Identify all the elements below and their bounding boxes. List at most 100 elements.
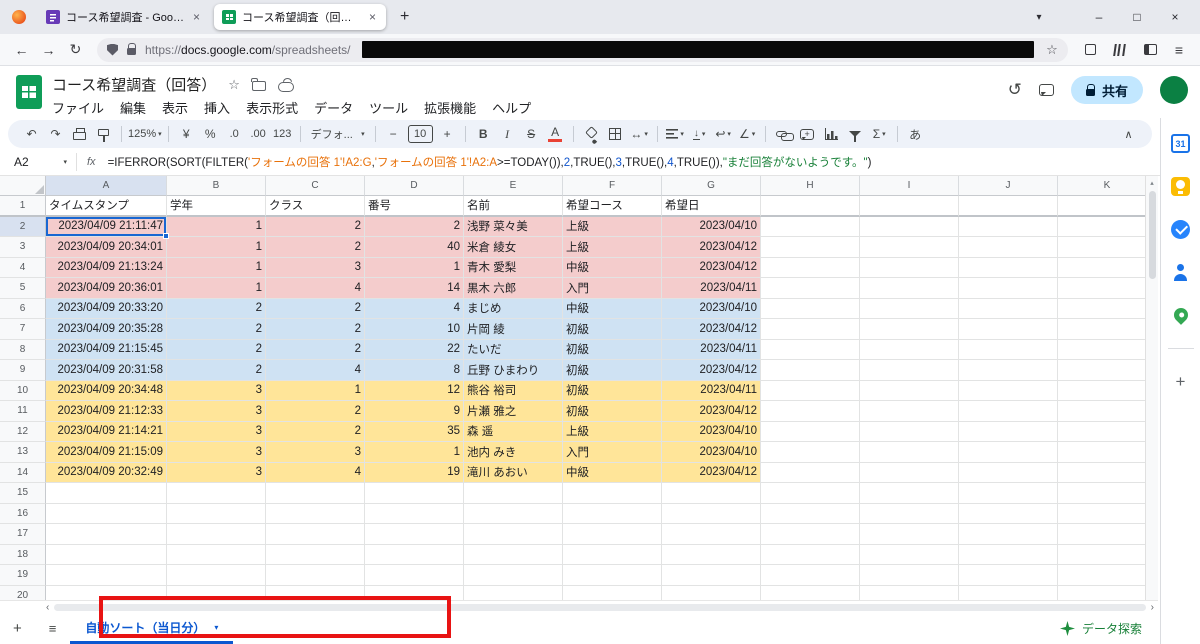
cell-F4[interactable]: 中級 — [563, 257, 662, 278]
cell-C7[interactable]: 2 — [266, 319, 365, 340]
cell-G7[interactable]: 2023/04/12 — [662, 319, 761, 340]
cell-C12[interactable]: 2 — [266, 421, 365, 442]
cell-G17[interactable] — [662, 524, 761, 545]
cell-C18[interactable] — [266, 544, 365, 565]
url-bar[interactable]: https:// docs.google.com /spreadsheets/ … — [97, 37, 1068, 62]
cell-G19[interactable] — [662, 565, 761, 586]
cell-E20[interactable] — [464, 585, 563, 600]
cell-C2[interactable]: 2 — [266, 216, 365, 237]
cell-E12[interactable]: 森 遥 — [464, 421, 563, 442]
cell-E11[interactable]: 片瀬 雅之 — [464, 401, 563, 422]
menu-ツール[interactable]: ツール — [361, 96, 416, 119]
cell-A18[interactable] — [46, 544, 167, 565]
cell-K16[interactable] — [1058, 503, 1157, 524]
cell-F2[interactable]: 上級 — [563, 216, 662, 237]
sheet-tab-active[interactable]: 自動ソート（当日分） ▾ — [70, 613, 234, 644]
cell-G3[interactable]: 2023/04/12 — [662, 237, 761, 258]
undo-icon[interactable]: ↶ — [20, 123, 43, 145]
scroll-right-icon[interactable]: › — [1151, 602, 1154, 613]
cell-K3[interactable] — [1058, 237, 1157, 258]
insert-comment-icon[interactable] — [800, 128, 815, 140]
cell-C19[interactable] — [266, 565, 365, 586]
cell-D15[interactable] — [365, 483, 464, 504]
zoom-select[interactable]: 125% ▾ — [128, 123, 162, 145]
cell-H9[interactable] — [761, 360, 860, 381]
cell-J17[interactable] — [959, 524, 1058, 545]
increase-font-size-button[interactable]: + — [436, 123, 459, 145]
strikethrough-button[interactable]: S — [520, 123, 543, 145]
column-header-J[interactable]: J — [959, 176, 1058, 196]
cell-K19[interactable] — [1058, 565, 1157, 586]
cell-G15[interactable] — [662, 483, 761, 504]
cell-F11[interactable]: 初級 — [563, 401, 662, 422]
decrease-decimal-button[interactable]: .0 — [223, 123, 246, 145]
cell-H3[interactable] — [761, 237, 860, 258]
cell-I10[interactable] — [860, 380, 959, 401]
text-wrap-button[interactable]: ↩ ▾ — [712, 123, 735, 145]
scroll-left-icon[interactable]: ‹ — [46, 602, 49, 613]
scroll-up-icon[interactable]: ▴ — [1150, 179, 1154, 187]
cell-J10[interactable] — [959, 380, 1058, 401]
cell-D16[interactable] — [365, 503, 464, 524]
name-box[interactable]: A2 ▾ — [0, 155, 76, 169]
cell-E14[interactable]: 滝川 あおい — [464, 462, 563, 483]
lock-icon[interactable] — [127, 42, 137, 55]
row-header-14[interactable]: 14 — [0, 462, 46, 483]
column-header-D[interactable]: D — [365, 176, 464, 196]
cell-I3[interactable] — [860, 237, 959, 258]
cell-B12[interactable]: 3 — [167, 421, 266, 442]
explore-button[interactable]: データ探索 — [1059, 620, 1160, 637]
cell-B1[interactable]: 学年 — [167, 196, 266, 217]
tab-close-icon[interactable]: × — [191, 10, 202, 24]
row-header-19[interactable]: 19 — [0, 565, 46, 586]
borders-icon[interactable] — [609, 128, 622, 140]
account-avatar[interactable] — [1160, 76, 1188, 104]
cell-C10[interactable]: 1 — [266, 380, 365, 401]
cell-A7[interactable]: 2023/04/09 20:35:28 — [46, 319, 167, 340]
cell-G1[interactable]: 希望日 — [662, 196, 761, 217]
cell-I12[interactable] — [860, 421, 959, 442]
cell-G2[interactable]: 2023/04/10 — [662, 216, 761, 237]
cell-B15[interactable] — [167, 483, 266, 504]
horizontal-scrollbar[interactable]: ‹ › — [0, 600, 1158, 613]
cell-H19[interactable] — [761, 565, 860, 586]
cell-B8[interactable]: 2 — [167, 339, 266, 360]
cell-K11[interactable] — [1058, 401, 1157, 422]
column-header-I[interactable]: I — [860, 176, 959, 196]
cell-A19[interactable] — [46, 565, 167, 586]
cell-E3[interactable]: 米倉 綾女 — [464, 237, 563, 258]
cell-G4[interactable]: 2023/04/12 — [662, 257, 761, 278]
column-header-E[interactable]: E — [464, 176, 563, 196]
share-button[interactable]: 共有 — [1070, 76, 1143, 104]
cell-B9[interactable]: 2 — [167, 360, 266, 381]
cell-G9[interactable]: 2023/04/12 — [662, 360, 761, 381]
cell-K13[interactable] — [1058, 442, 1157, 463]
column-header-H[interactable]: H — [761, 176, 860, 196]
menu-挿入[interactable]: 挿入 — [196, 96, 238, 119]
cell-C3[interactable]: 2 — [266, 237, 365, 258]
collapse-toolbar-icon[interactable]: ∧ — [1117, 123, 1140, 145]
cell-E8[interactable]: たいだ — [464, 339, 563, 360]
cell-H20[interactable] — [761, 585, 860, 600]
cell-J7[interactable] — [959, 319, 1058, 340]
vertical-scroll-thumb[interactable] — [1148, 191, 1156, 279]
cell-E18[interactable] — [464, 544, 563, 565]
cell-E17[interactable] — [464, 524, 563, 545]
cell-G8[interactable]: 2023/04/11 — [662, 339, 761, 360]
cell-J15[interactable] — [959, 483, 1058, 504]
cell-D4[interactable]: 1 — [365, 257, 464, 278]
star-document-icon[interactable]: ☆ — [228, 78, 240, 91]
italic-button[interactable]: I — [496, 123, 519, 145]
cell-E15[interactable] — [464, 483, 563, 504]
cell-D8[interactable]: 22 — [365, 339, 464, 360]
row-header-13[interactable]: 13 — [0, 442, 46, 463]
cell-F19[interactable] — [563, 565, 662, 586]
cell-A17[interactable] — [46, 524, 167, 545]
cell-A20[interactable] — [46, 585, 167, 600]
cell-J14[interactable] — [959, 462, 1058, 483]
column-header-G[interactable]: G — [662, 176, 761, 196]
cell-K10[interactable] — [1058, 380, 1157, 401]
row-header-5[interactable]: 5 — [0, 278, 46, 299]
increase-decimal-button[interactable]: .00 — [247, 123, 270, 145]
cell-B14[interactable]: 3 — [167, 462, 266, 483]
